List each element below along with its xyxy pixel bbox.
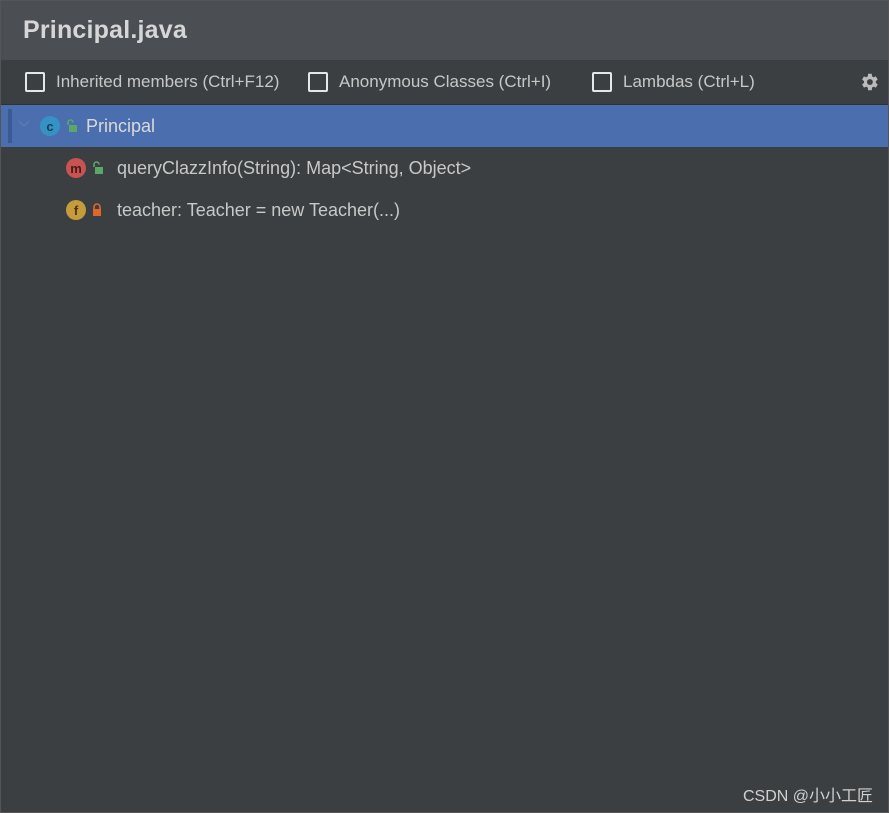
tree-node-principal[interactable]: c Principal [1,105,888,147]
lambdas-label: Lambdas (Ctrl+L) [623,72,755,91]
inherited-members-label: Inherited members (Ctrl+F12) [56,72,280,91]
inherited-members-checkbox[interactable] [25,72,45,92]
public-unlock-icon [67,119,77,132]
structure-tree: c Principal m queryClazzInfo(String): Ma… [1,105,888,231]
tree-node-label: queryClazzInfo(String): Map<String, Obje… [117,157,472,178]
tree-node-field[interactable]: f teacher: Teacher = new Teacher(...) [1,189,888,231]
title-bar: Principal.java [1,1,888,60]
anonymous-classes-checkbox[interactable] [308,72,328,92]
gear-icon[interactable] [858,71,880,93]
class-icon: c [40,116,60,136]
popup-title: Principal.java [23,16,187,44]
anonymous-classes-label: Anonymous Classes (Ctrl+I) [339,72,552,91]
chevron-down-icon[interactable] [17,117,31,131]
lambdas-checkbox[interactable] [592,72,612,92]
watermark: CSDN @小小工匠 [742,788,873,805]
private-lock-icon [93,203,101,216]
method-icon: m [66,158,86,178]
field-icon: f [66,200,86,220]
filter-toolbar: Inherited members (Ctrl+F12) Anonymous C… [1,60,888,105]
inherited-members-option[interactable]: Inherited members (Ctrl+F12) [25,60,279,104]
tree-node-label: Principal [86,115,156,136]
lambdas-option[interactable]: Lambdas (Ctrl+L) [592,60,755,104]
structure-popup: Principal.java Inherited members (Ctrl+F… [0,0,889,813]
tree-node-method[interactable]: m queryClazzInfo(String): Map<String, Ob… [1,147,888,189]
tree-node-label: teacher: Teacher = new Teacher(...) [117,199,400,220]
public-unlock-icon [93,161,103,174]
anonymous-classes-option[interactable]: Anonymous Classes (Ctrl+I) [308,60,551,104]
selection-edge [8,109,12,143]
